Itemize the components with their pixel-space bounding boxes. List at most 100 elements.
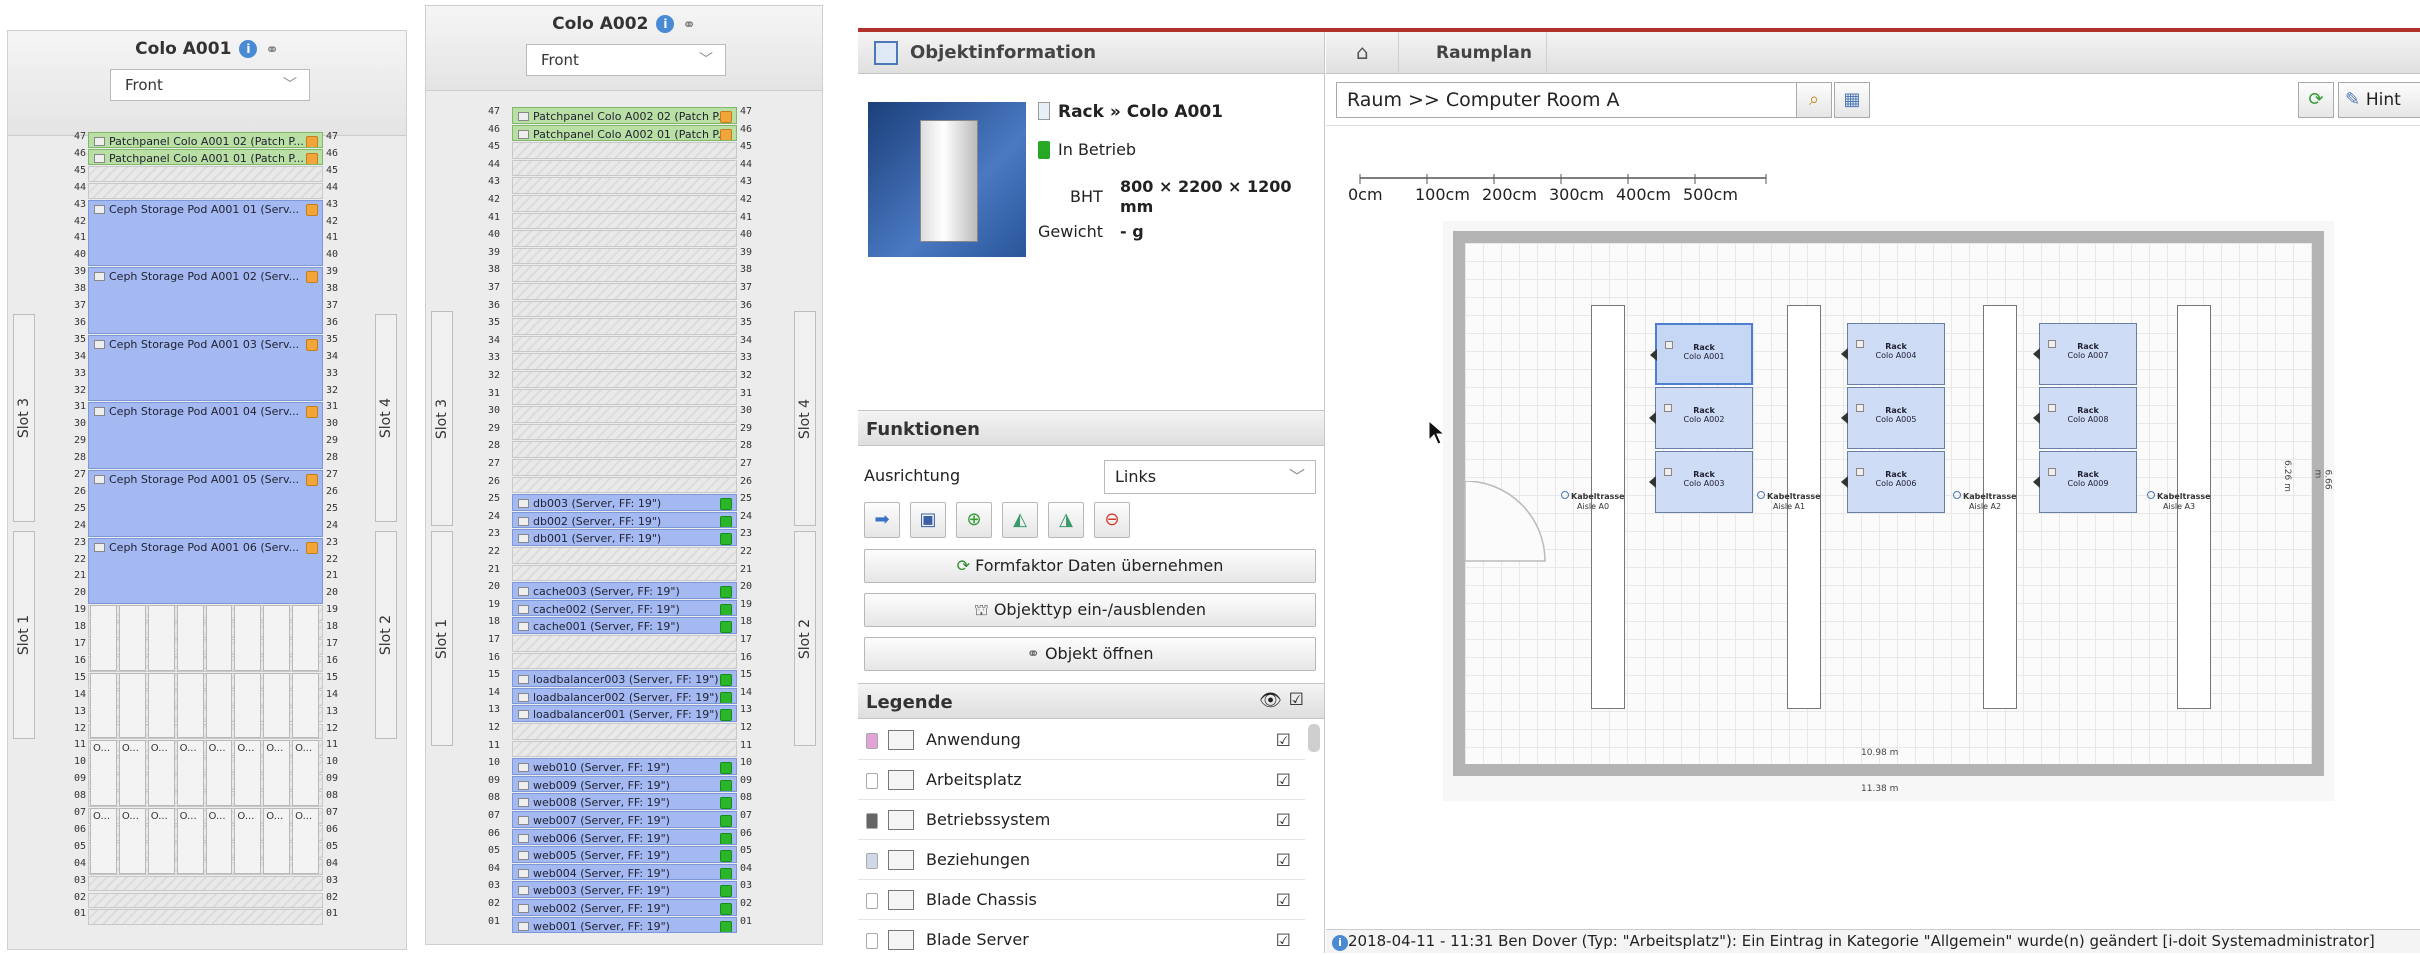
rack-device[interactable]: Ceph Storage Pod A001 01 (Serv...	[88, 199, 323, 267]
rack-device[interactable]: Patchpanel Colo A002 01 (Patch P...	[512, 124, 737, 142]
empty-unit-slot[interactable]	[88, 892, 323, 909]
empty-unit-slot[interactable]	[88, 165, 323, 182]
rack-device[interactable]: cache002 (Server, FF: 19")	[512, 599, 737, 617]
empty-unit-slot[interactable]	[512, 476, 737, 494]
empty-unit-slot[interactable]	[512, 547, 737, 564]
blade-bay[interactable]	[205, 605, 233, 671]
blade-bay[interactable]: O...	[118, 808, 146, 874]
slot-column[interactable]: Slot 4	[375, 314, 397, 522]
rack-device[interactable]: web001 (Server, FF: 19")	[512, 916, 737, 934]
blade-bay[interactable]	[147, 672, 175, 739]
breadcrumb-raumplan[interactable]: Raumplan	[1436, 43, 1532, 63]
select-frame-icon[interactable]: ▣	[910, 502, 946, 538]
blade-bay[interactable]: O...	[263, 808, 291, 874]
rack-device[interactable]: loadbalancer001 (Server, FF: 19")	[512, 705, 737, 722]
blade-bay[interactable]	[234, 672, 262, 739]
empty-unit-slot[interactable]	[512, 142, 737, 159]
empty-unit-slot[interactable]	[512, 371, 737, 388]
slot-column[interactable]: Slot 1	[431, 531, 453, 746]
legend-checkbox[interactable]: ☑	[1276, 891, 1291, 911]
table-view-icon[interactable]: ▦	[1834, 82, 1870, 118]
legend-checkbox[interactable]: ☑	[1276, 811, 1291, 831]
floorplan-rack[interactable]: Rack Colo A004	[1841, 323, 1945, 385]
blade-bay[interactable]	[234, 605, 262, 671]
empty-unit-slot[interactable]	[512, 423, 737, 441]
blade-bay[interactable]: O...	[292, 808, 319, 874]
blade-bay[interactable]: O...	[205, 740, 233, 806]
empty-unit-slot[interactable]	[512, 230, 737, 247]
empty-unit-slot[interactable]	[88, 875, 323, 892]
rack-device[interactable]: web003 (Server, FF: 19")	[512, 881, 737, 898]
rack-device[interactable]: web007 (Server, FF: 19")	[512, 811, 737, 828]
empty-unit-slot[interactable]	[512, 318, 737, 335]
slot-column[interactable]: Slot 4	[794, 311, 816, 526]
blade-bay[interactable]	[176, 605, 204, 671]
rack-device[interactable]: db002 (Server, FF: 19")	[512, 511, 737, 529]
empty-unit-slot[interactable]	[512, 283, 737, 300]
blade-bay[interactable]: O...	[205, 808, 233, 874]
floorplan-rack[interactable]: Rack Colo A002	[1649, 387, 1753, 449]
empty-unit-slot[interactable]	[512, 177, 737, 194]
empty-unit-slot[interactable]	[88, 909, 323, 926]
floorplan-rack[interactable]: Rack Colo A003	[1649, 451, 1753, 513]
empty-unit-slot[interactable]	[512, 406, 737, 423]
empty-unit-slot[interactable]	[512, 353, 737, 370]
legend-item[interactable]: Beziehungen ☑	[858, 840, 1305, 880]
rack-device[interactable]: Ceph Storage Pod A001 04 (Serv...	[88, 402, 323, 469]
room-path-field[interactable]: Raum >> Computer Room A	[1336, 82, 1802, 118]
legend-item[interactable]: Arbeitsplatz ☑	[858, 760, 1305, 800]
empty-unit-slot[interactable]	[512, 159, 737, 177]
move-icon[interactable]: ➡	[864, 502, 900, 538]
blade-bay[interactable]	[292, 605, 319, 671]
blade-bay[interactable]: O...	[176, 740, 204, 806]
rack-device[interactable]: web010 (Server, FF: 19")	[512, 758, 737, 775]
rack-device[interactable]: web009 (Server, FF: 19")	[512, 775, 737, 793]
rack-device[interactable]: cache001 (Server, FF: 19")	[512, 617, 737, 634]
floorplan-rack[interactable]: Rack Colo A007	[2033, 323, 2137, 385]
search-icon[interactable]: ⌕	[1796, 82, 1832, 118]
delete-icon[interactable]: ⊖	[1094, 502, 1130, 538]
blade-bay[interactable]: O...	[90, 740, 117, 806]
empty-unit-slot[interactable]	[512, 652, 737, 670]
empty-unit-slot[interactable]	[512, 564, 737, 582]
blade-bay[interactable]: O...	[147, 808, 175, 874]
blade-bay[interactable]: O...	[90, 808, 117, 874]
blade-bay[interactable]	[118, 605, 146, 671]
legend-checkbox[interactable]: ☑	[1276, 731, 1291, 751]
rack-device[interactable]: web002 (Server, FF: 19")	[512, 899, 737, 916]
objecttype-toggle-button[interactable]: ⛫ Objekttyp ein-/ausblenden	[864, 593, 1316, 627]
blade-bay[interactable]: O...	[234, 808, 262, 874]
rack-device[interactable]: Ceph Storage Pod A001 06 (Serv...	[88, 537, 323, 605]
empty-unit-slot[interactable]	[88, 182, 323, 199]
blade-bay[interactable]	[90, 605, 117, 671]
rack-device[interactable]: db001 (Server, FF: 19")	[512, 529, 737, 546]
empty-unit-slot[interactable]	[512, 195, 737, 212]
empty-unit-slot[interactable]	[512, 441, 737, 458]
hint-button[interactable]: ✎ Hint	[2338, 82, 2420, 118]
rack-device[interactable]: Patchpanel Colo A001 01 (Patch P...	[88, 148, 323, 165]
blade-bay[interactable]	[292, 672, 319, 739]
slot-column[interactable]: Slot 3	[431, 311, 453, 526]
eye-icon[interactable]: 👁	[1259, 690, 1282, 711]
blade-bay[interactable]	[263, 605, 291, 671]
legend-checkbox[interactable]: ☑	[1276, 771, 1291, 791]
rack-device[interactable]: db003 (Server, FF: 19")	[512, 494, 737, 511]
blade-bay[interactable]: O...	[292, 740, 319, 806]
rotate-right-icon[interactable]: ◮	[1048, 502, 1084, 538]
empty-unit-slot[interactable]	[512, 388, 737, 406]
rack-device[interactable]: web006 (Server, FF: 19")	[512, 828, 737, 846]
blade-bay[interactable]: O...	[118, 740, 146, 806]
rotate-left-icon[interactable]: ◭	[1002, 502, 1038, 538]
slot-column[interactable]: Slot 1	[13, 531, 35, 739]
rack-device[interactable]: web005 (Server, FF: 19")	[512, 846, 737, 863]
legend-item[interactable]: Betriebssystem ☑	[858, 800, 1305, 840]
legend-checkbox[interactable]: ☑	[1276, 851, 1291, 871]
rack-device[interactable]: Ceph Storage Pod A001 05 (Serv...	[88, 470, 323, 537]
formfactor-button[interactable]: ⟳ Formfaktor Daten übernehmen	[864, 549, 1316, 583]
empty-unit-slot[interactable]	[512, 212, 737, 230]
rack-device[interactable]: Ceph Storage Pod A001 03 (Serv...	[88, 334, 323, 402]
empty-unit-slot[interactable]	[512, 459, 737, 476]
blade-bay[interactable]	[118, 672, 146, 739]
empty-unit-slot[interactable]	[512, 265, 737, 282]
blade-bay[interactable]	[90, 672, 117, 739]
